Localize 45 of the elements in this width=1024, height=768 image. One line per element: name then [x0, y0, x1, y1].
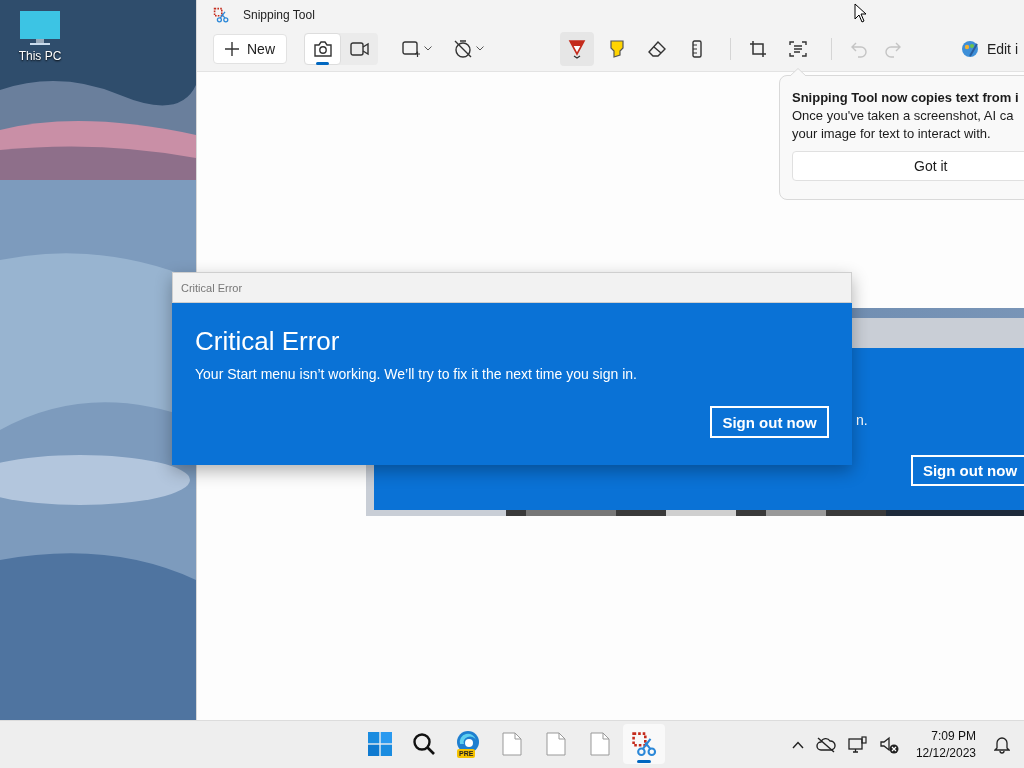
sign-out-button[interactable]: Sign out now [710, 406, 829, 438]
cloud-off-icon[interactable] [815, 736, 836, 753]
chevron-down-icon [424, 46, 432, 51]
rectangle-icon [402, 40, 420, 57]
edit-button[interactable]: Edit i [960, 39, 1018, 58]
snipping-tool-icon [631, 731, 657, 757]
ruler-icon [692, 39, 702, 58]
window-title: Snipping Tool [243, 8, 315, 22]
crop-icon [749, 39, 767, 58]
snipping-tool-icon [213, 7, 229, 23]
eraser-icon [648, 40, 666, 57]
timer-off-icon [454, 39, 472, 58]
clock[interactable]: 7:09 PM 12/12/2023 [915, 729, 976, 760]
captured-dialog-text: n. [856, 412, 868, 428]
capture-mode-button[interactable] [304, 32, 341, 65]
document-icon [546, 732, 566, 756]
paint-app-icon [960, 39, 979, 58]
video-camera-icon [350, 41, 369, 56]
desktop-icon-label[interactable]: This PC [18, 49, 62, 63]
new-button[interactable]: New [213, 33, 287, 64]
chevron-down-icon [476, 46, 484, 51]
mouse-cursor-icon [854, 3, 867, 23]
search-icon [412, 732, 436, 756]
network-icon[interactable] [847, 735, 868, 754]
camera-icon [313, 40, 332, 57]
text-scan-icon [789, 39, 807, 58]
tip-text: your image for text to interact with. [792, 126, 992, 141]
document-icon [502, 732, 522, 756]
tip-text: Once you've taken a screenshot, AI ca [792, 108, 1015, 123]
bell-icon[interactable] [994, 735, 1010, 754]
error-message: Your Start menu isn’t working. We’ll try to fix it the next time you sign in. [195, 366, 638, 382]
volume-muted-icon[interactable] [879, 735, 900, 754]
got-it-button[interactable]: Got it [792, 151, 1024, 181]
plus-icon [225, 41, 239, 56]
sign-out-label: Sign out now [911, 455, 1024, 486]
error-heading: Critical Error [195, 326, 341, 357]
tip-title: Snipping Tool now copies text from i [792, 90, 1020, 105]
chevron-up-icon[interactable] [791, 740, 804, 749]
tool-button[interactable] [560, 31, 594, 66]
pen-icon [568, 38, 586, 59]
dialog-title: Critical Error [181, 281, 243, 294]
windows-icon [368, 732, 392, 756]
highlighter-icon [609, 39, 625, 58]
document-icon [590, 732, 610, 756]
monitor-icon[interactable] [19, 10, 61, 46]
